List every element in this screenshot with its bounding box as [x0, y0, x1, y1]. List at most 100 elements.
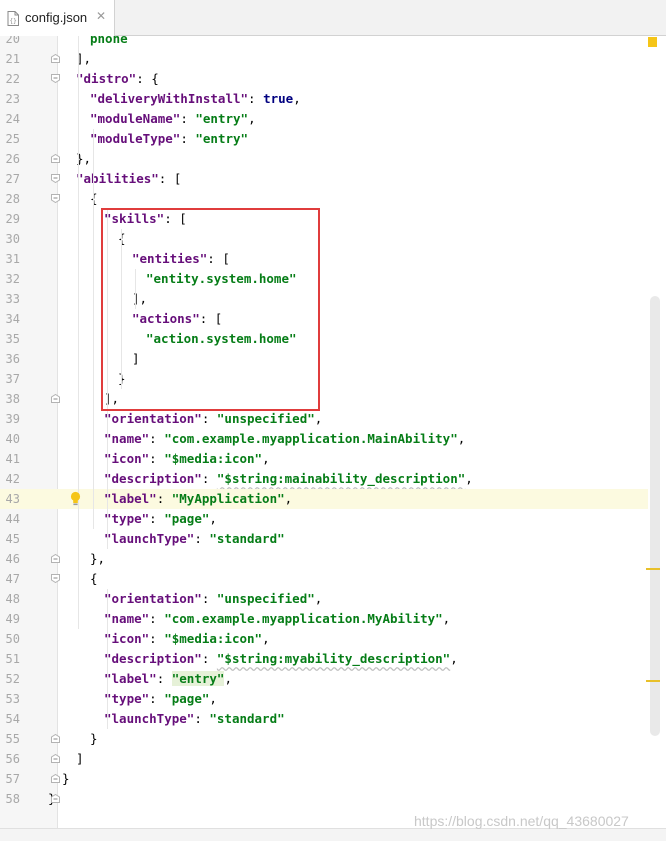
json-string: "page"	[164, 511, 210, 526]
code-text: "icon": "$media:icon",	[104, 449, 270, 469]
code-line[interactable]: 40 "name": "com.example.myapplication.Mai…	[0, 429, 648, 449]
code-line[interactable]: 31 "entities": [	[0, 249, 648, 269]
code-line[interactable]: 56]	[0, 749, 648, 769]
json-string: "com.example.myapplication.MainAbility"	[164, 431, 458, 446]
scroll-marker[interactable]	[646, 568, 660, 570]
json-string: "$string:mainability_description"	[216, 471, 466, 486]
code-editor[interactable]: 20 phone 21], 22 "distro": {23 "deliveryWithI…	[0, 36, 666, 828]
code-line[interactable]: 23 "deliveryWithInstall": true,	[0, 89, 648, 109]
line-number: 27	[5, 172, 20, 186]
scroll-marker[interactable]	[646, 680, 660, 682]
code-line[interactable]: 38],	[0, 389, 648, 409]
code-line[interactable]: 57}	[0, 769, 648, 789]
code-line[interactable]: 55}	[0, 729, 648, 749]
close-icon[interactable]: ✕	[96, 9, 106, 23]
fold-end-icon[interactable]	[51, 734, 60, 743]
code-line[interactable]: 48 "orientation": "unspecified",	[0, 589, 648, 609]
json-punctuation: :	[149, 691, 165, 706]
fold-end-icon[interactable]	[51, 794, 60, 803]
fold-expand-icon[interactable]	[51, 194, 60, 203]
code-text: "label": "entry",	[104, 669, 232, 689]
fold-end-icon[interactable]	[51, 54, 60, 63]
code-line[interactable]: 43 "label": "MyApplication",	[0, 489, 648, 509]
code-line[interactable]: 50 "icon": "$media:icon",	[0, 629, 648, 649]
code-line[interactable]: 37}	[0, 369, 648, 389]
code-line[interactable]: 33],	[0, 289, 648, 309]
json-key: "orientation"	[104, 591, 202, 606]
code-line[interactable]: 29 "skills": [	[0, 209, 648, 229]
fold-expand-icon[interactable]	[51, 574, 60, 583]
fold-end-icon[interactable]	[51, 394, 60, 403]
line-number: 23	[5, 92, 20, 106]
line-number: 51	[5, 652, 20, 666]
code-text: "moduleType": "entry"	[90, 129, 248, 149]
code-text: "moduleName": "entry",	[90, 109, 256, 129]
code-line[interactable]: 34 "actions": [	[0, 309, 648, 329]
code-line[interactable]: 47 {	[0, 569, 648, 589]
code-line[interactable]: 49 "name": "com.example.myapplication.MyA…	[0, 609, 648, 629]
code-text: "name": "com.example.myapplication.MyAbi…	[104, 609, 450, 629]
json-key: "moduleType"	[90, 131, 181, 146]
json-punctuation: :	[201, 411, 217, 426]
fold-end-icon[interactable]	[51, 774, 60, 783]
line-number: 35	[5, 332, 20, 346]
json-boolean: true	[263, 91, 294, 106]
code-line[interactable]: 24 "moduleName": "entry",	[0, 109, 648, 129]
code-line[interactable]: 27 "abilities": [	[0, 169, 648, 189]
tab-config-json[interactable]: {} config.json ✕	[0, 0, 115, 36]
code-text: "type": "page",	[104, 689, 217, 709]
json-punctuation: :	[201, 651, 217, 666]
watermark: https://blog.csdn.net/qq_43680027	[414, 813, 629, 829]
code-line[interactable]: 28{	[0, 189, 648, 209]
json-punctuation: :	[149, 511, 165, 526]
code-line[interactable]: 54 "launchType": "standard"	[0, 709, 648, 729]
horizontal-scrollbar[interactable]	[0, 828, 666, 841]
svg-text:{}: {}	[10, 18, 17, 25]
fold-end-icon[interactable]	[51, 154, 60, 163]
code-text: ]	[76, 749, 84, 769]
json-string: "$media:icon"	[164, 631, 263, 646]
code-line[interactable]: 46},	[0, 549, 648, 569]
json-key: "description"	[104, 651, 202, 666]
code-text: {	[90, 569, 98, 589]
line-number: 52	[5, 672, 20, 686]
inspection-status-icon[interactable]	[648, 37, 657, 47]
indent-guide	[107, 589, 108, 729]
code-line[interactable]: 45 "launchType": "standard"	[0, 529, 648, 549]
json-punctuation: ,	[209, 691, 217, 706]
json-key: "orientation"	[104, 411, 202, 426]
json-punctuation: :	[156, 671, 172, 686]
code-line[interactable]: 25 "moduleType": "entry"	[0, 129, 648, 149]
json-file-icon: {}	[7, 11, 19, 26]
line-number: 37	[5, 372, 20, 386]
fold-expand-icon[interactable]	[51, 174, 60, 183]
json-key: "label"	[104, 671, 157, 686]
code-line[interactable]: 58}	[0, 789, 648, 809]
json-key: "launchType"	[104, 531, 195, 546]
code-line[interactable]: 32 "entity.system.home"	[0, 269, 648, 289]
code-text: "orientation": "unspecified",	[104, 409, 322, 429]
code-line[interactable]: 20 phone	[0, 36, 648, 49]
fold-expand-icon[interactable]	[51, 74, 60, 83]
fold-end-icon[interactable]	[51, 754, 60, 763]
code-line[interactable]: 53 "type": "page",	[0, 689, 648, 709]
scrollbar-thumb[interactable]	[650, 296, 660, 736]
code-line[interactable]: 52 "label": "entry",	[0, 669, 648, 689]
code-line[interactable]: 35 "action.system.home"	[0, 329, 648, 349]
code-line[interactable]: 21],	[0, 49, 648, 69]
code-line[interactable]: 22 "distro": {	[0, 69, 648, 89]
json-punctuation: :	[248, 91, 264, 106]
code-line[interactable]: 44 "type": "page",	[0, 509, 648, 529]
code-line[interactable]: 36]	[0, 349, 648, 369]
code-line[interactable]: 30{	[0, 229, 648, 249]
code-line[interactable]: 26},	[0, 149, 648, 169]
code-line[interactable]: 51 "description": "$string:myability_desc…	[0, 649, 648, 669]
fold-end-icon[interactable]	[51, 554, 60, 563]
line-number: 47	[5, 572, 20, 586]
tab-label: config.json	[25, 10, 88, 25]
code-line[interactable]: 42 "description": "$string:mainability_de…	[0, 469, 648, 489]
code-line[interactable]: 41 "icon": "$media:icon",	[0, 449, 648, 469]
lightbulb-icon[interactable]	[70, 491, 81, 506]
json-punctuation: ,	[465, 471, 473, 486]
code-line[interactable]: 39 "orientation": "unspecified",	[0, 409, 648, 429]
